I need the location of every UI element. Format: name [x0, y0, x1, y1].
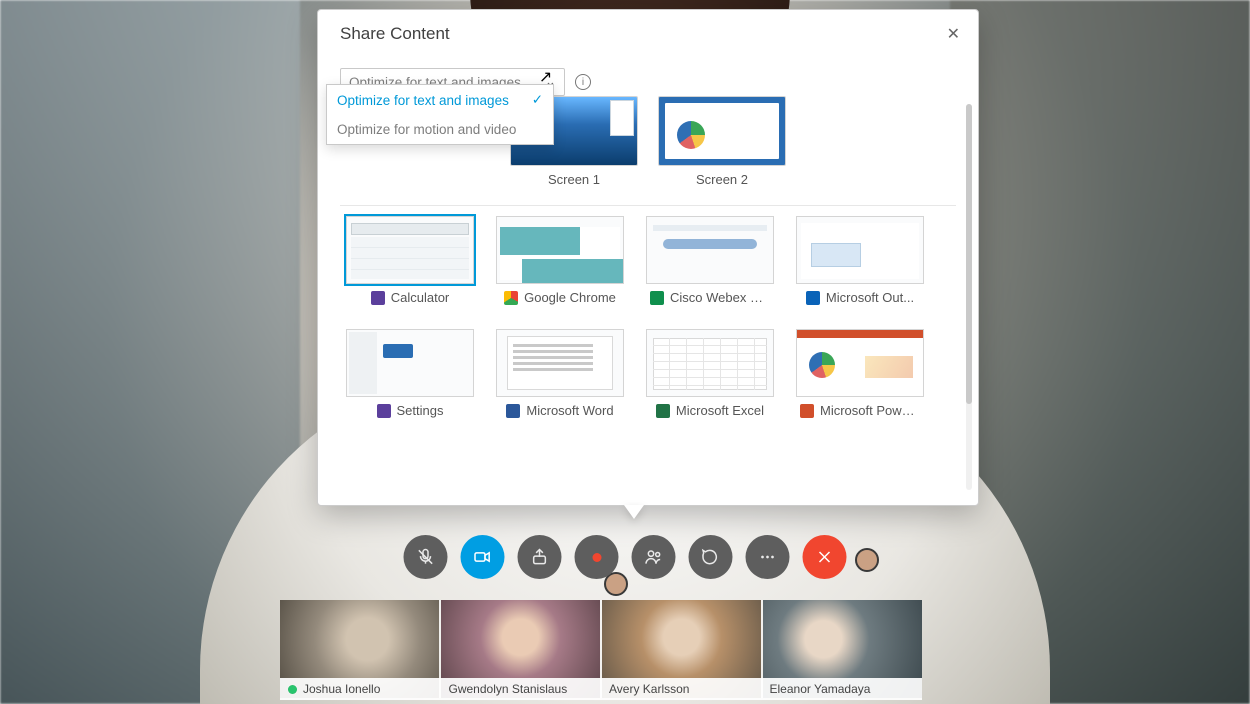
app-label: Microsoft Power... [820, 403, 920, 418]
optimize-option-text-images[interactable]: Optimize for text and images ✓ [327, 85, 553, 115]
applications-grid: Calculator Google Chrome Cisco Webex Mee… [340, 216, 956, 418]
app-tile-powerpoint[interactable]: Microsoft Power... [790, 329, 930, 418]
outlook-icon [806, 291, 820, 305]
optimize-dropdown: Optimize for text and images ✓ Optimize … [326, 84, 554, 145]
app-label: Microsoft Word [526, 403, 613, 418]
participant-name-bar: Joshua Ionello Gwendolyn Stanislaus Aver… [280, 678, 922, 700]
app-thumb [796, 216, 924, 284]
check-icon: ✓ [532, 92, 543, 108]
status-dot-icon [288, 685, 297, 694]
dropdown-item-label: Optimize for motion and video [337, 122, 516, 137]
info-icon[interactable]: i [575, 74, 591, 90]
app-label: Google Chrome [524, 290, 616, 305]
excel-icon [656, 404, 670, 418]
app-thumb [496, 216, 624, 284]
calculator-icon [371, 291, 385, 305]
share-icon [530, 547, 550, 567]
dialog-title: Share Content [340, 24, 956, 44]
chrome-icon [504, 291, 518, 305]
app-tile-webex[interactable]: Cisco Webex Mee... [640, 216, 780, 305]
webex-icon [650, 291, 664, 305]
section-divider [340, 205, 956, 206]
participant-name: Avery Karlsson [609, 682, 689, 696]
screen-2-thumbnail [658, 96, 786, 166]
participant-name: Joshua Ionello [303, 682, 380, 696]
record-button[interactable] [575, 535, 619, 579]
dialog-scrollbar[interactable] [966, 104, 972, 490]
participant-name-cell: Gwendolyn Stanislaus [441, 678, 602, 700]
record-icon [592, 553, 601, 562]
app-label: Calculator [391, 290, 450, 305]
app-thumb [646, 216, 774, 284]
end-call-button[interactable] [803, 535, 847, 579]
screens-row: Screen 1 Screen 2 [510, 96, 956, 187]
word-icon [506, 404, 520, 418]
participants-button[interactable] [632, 535, 676, 579]
participants-icon [644, 547, 664, 567]
participant-name-cell: Joshua Ionello [280, 678, 441, 700]
participant-name: Gwendolyn Stanislaus [449, 682, 568, 696]
settings-icon [377, 404, 391, 418]
app-tile-word[interactable]: Microsoft Word [490, 329, 630, 418]
app-tile-chrome[interactable]: Google Chrome [490, 216, 630, 305]
app-label: Microsoft Excel [676, 403, 764, 418]
more-options-button[interactable] [746, 535, 790, 579]
video-icon [473, 547, 493, 567]
app-thumb [796, 329, 924, 397]
app-tile-settings[interactable]: Settings [340, 329, 480, 418]
mute-button[interactable] [404, 535, 448, 579]
app-thumb [346, 216, 474, 284]
app-label: Microsoft Out... [826, 290, 914, 305]
scrollbar-thumb[interactable] [966, 104, 972, 404]
app-thumb [346, 329, 474, 397]
dialog-pointer [624, 505, 644, 519]
more-icon [758, 547, 778, 567]
screen-tile-2[interactable]: Screen 2 [658, 96, 786, 187]
close-icon [815, 547, 835, 567]
app-thumb [496, 329, 624, 397]
dropdown-item-label: Optimize for text and images [337, 93, 509, 108]
participant-name: Eleanor Yamadaya [770, 682, 871, 696]
app-tile-excel[interactable]: Microsoft Excel [640, 329, 780, 418]
powerpoint-icon [800, 404, 814, 418]
app-tile-outlook[interactable]: Microsoft Out... [790, 216, 930, 305]
optimize-option-motion-video[interactable]: Optimize for motion and video [327, 115, 553, 144]
screen-2-label: Screen 2 [658, 172, 786, 187]
app-label: Cisco Webex Mee... [670, 290, 770, 305]
close-icon[interactable]: ✕ [947, 24, 960, 44]
share-button[interactable] [518, 535, 562, 579]
app-tile-calculator[interactable]: Calculator [340, 216, 480, 305]
app-label: Settings [397, 403, 444, 418]
video-button[interactable] [461, 535, 505, 579]
microphone-muted-icon [416, 547, 436, 567]
call-controls [404, 535, 847, 579]
chat-icon [701, 547, 721, 567]
participant-mini-avatar [855, 548, 879, 572]
participant-name-cell: Eleanor Yamadaya [762, 678, 923, 700]
screen-1-label: Screen 1 [510, 172, 638, 187]
participant-name-cell: Avery Karlsson [601, 678, 762, 700]
app-thumb [646, 329, 774, 397]
chat-button[interactable] [689, 535, 733, 579]
